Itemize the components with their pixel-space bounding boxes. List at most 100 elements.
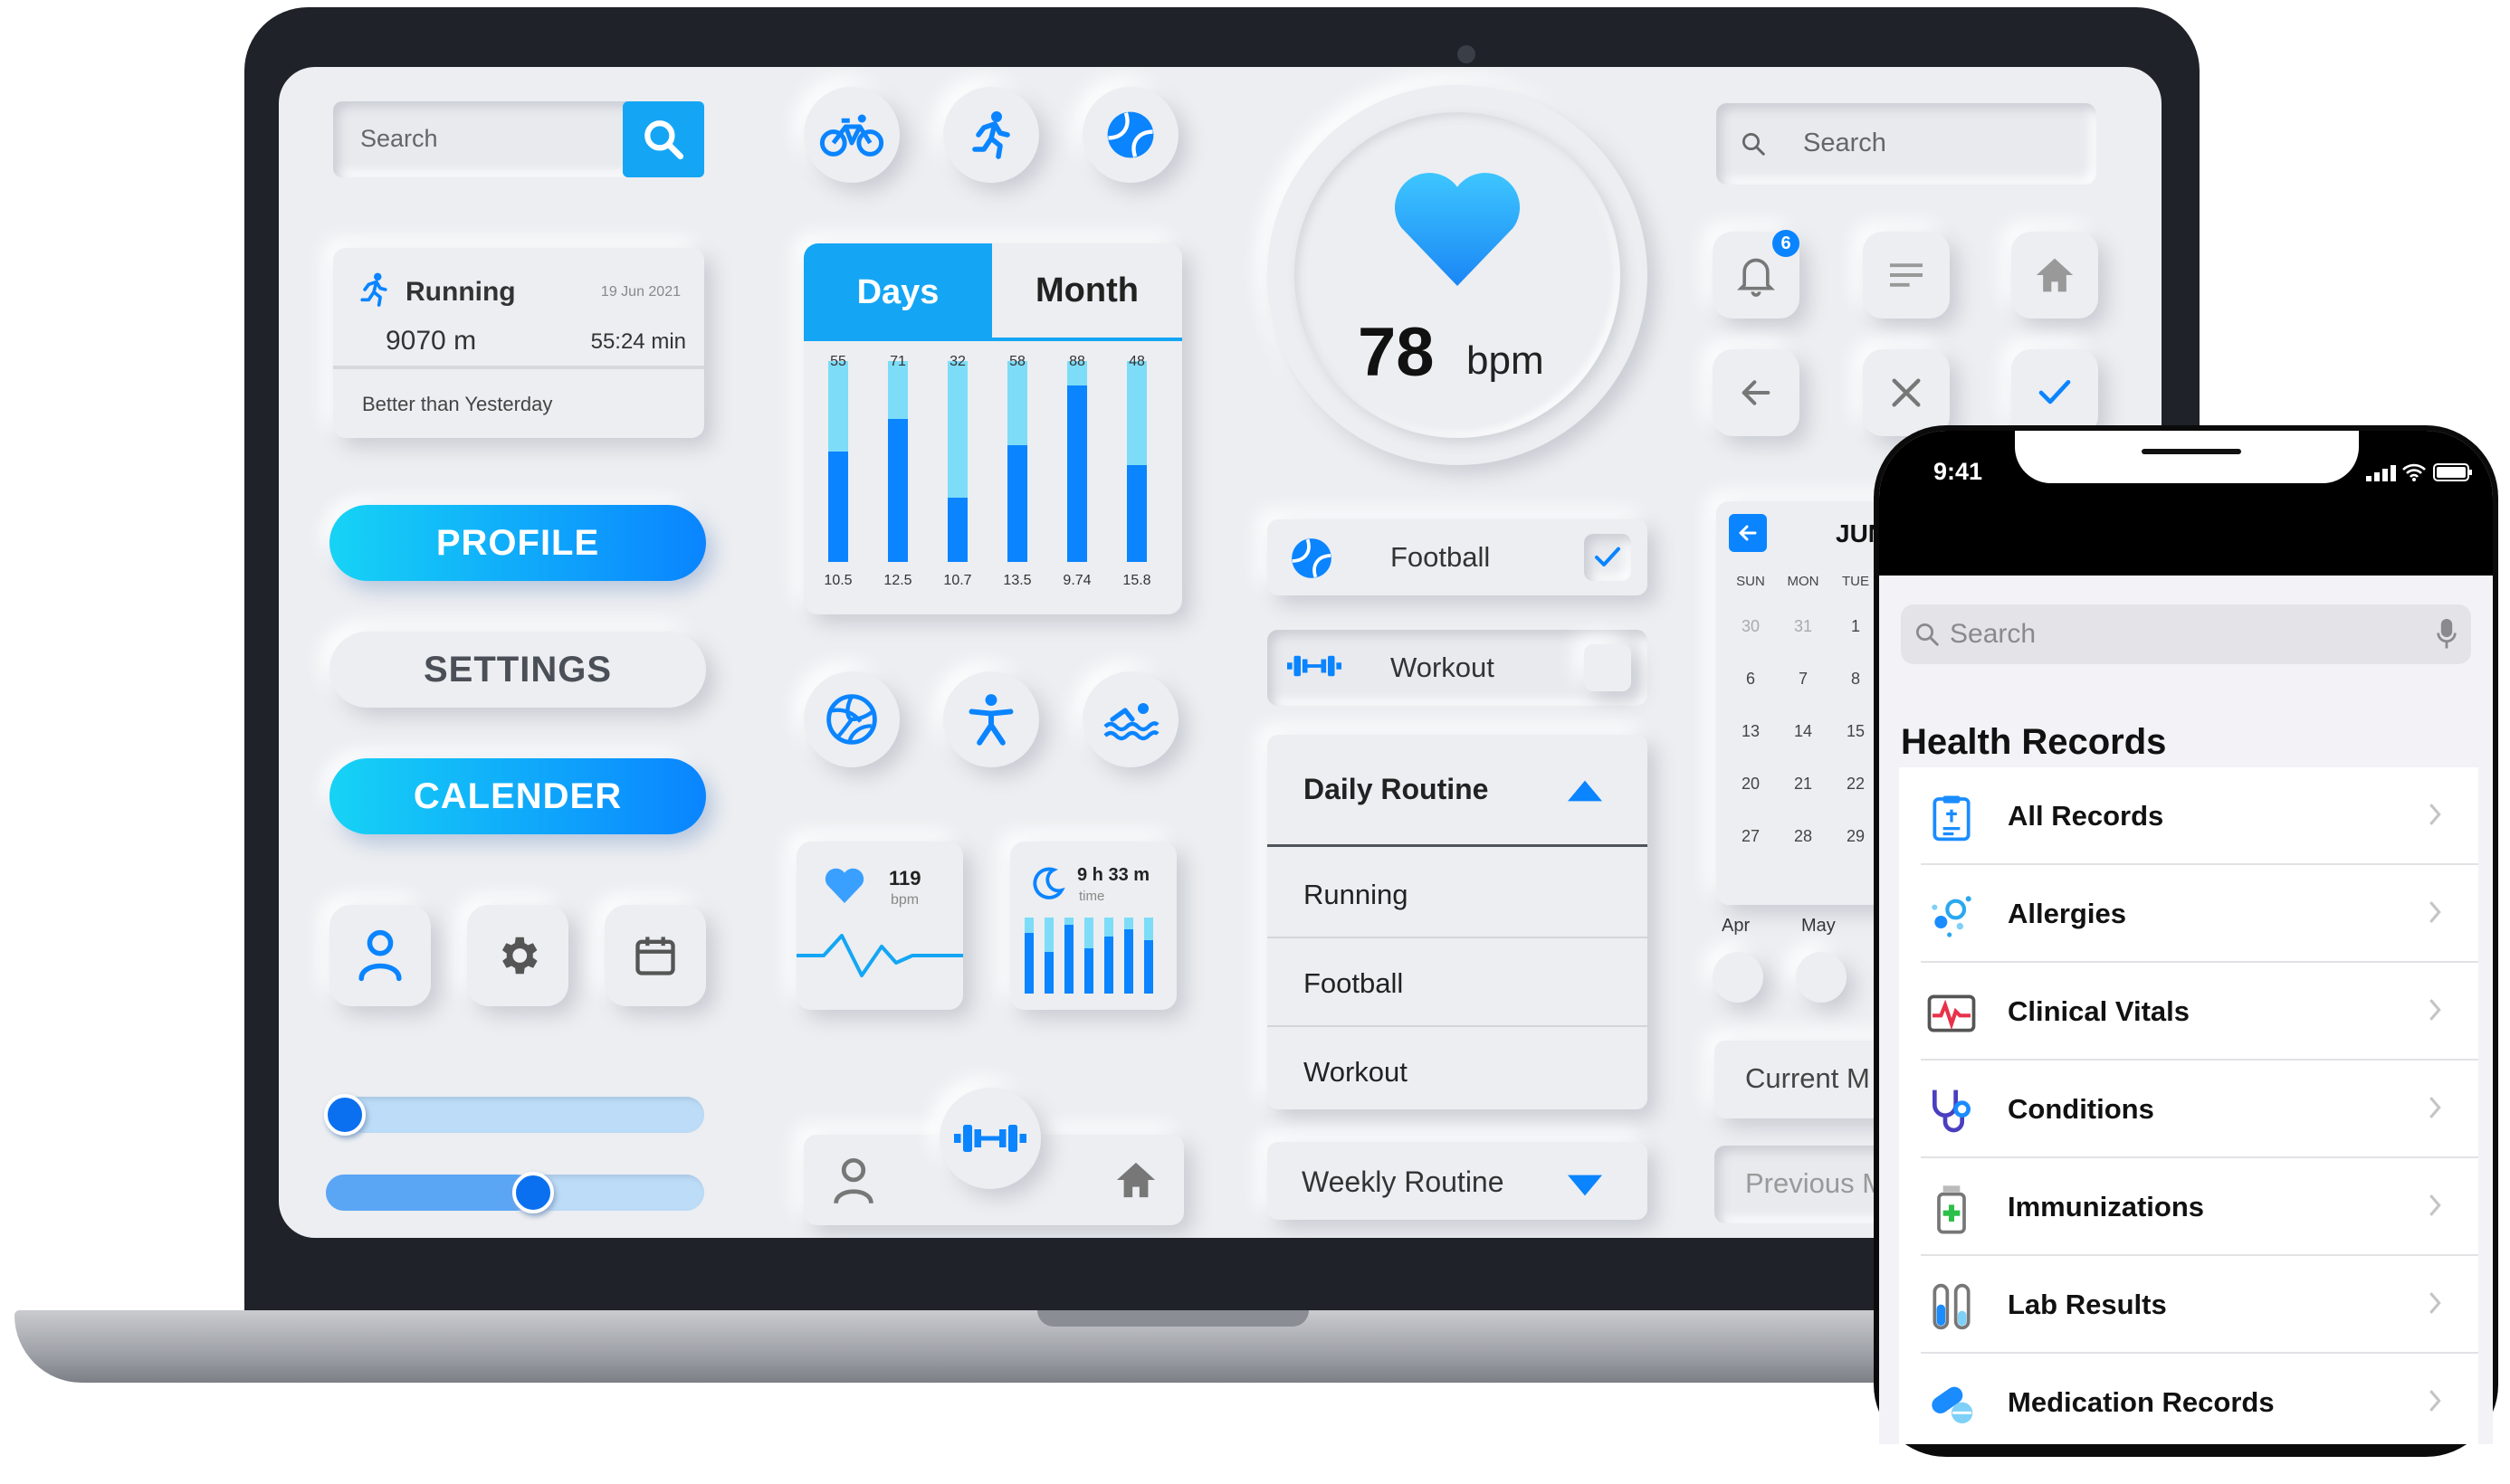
notification-badge: 6: [1772, 230, 1799, 257]
daily-routine-dropdown[interactable]: Daily Routine Running Football Workout: [1267, 735, 1647, 1109]
search-field[interactable]: Search: [333, 101, 704, 177]
microphone-icon[interactable]: [2437, 619, 2457, 650]
record-row-lab-results[interactable]: Lab Results: [1899, 1256, 2478, 1354]
check-icon: [2038, 380, 2071, 404]
pills-icon: [1932, 1386, 1973, 1423]
swimming-button[interactable]: [1083, 671, 1179, 767]
profile-button[interactable]: PROFILE: [329, 505, 706, 581]
routine-item-label: Workout: [1303, 1056, 1408, 1088]
calendar-day[interactable]: 7: [1776, 670, 1830, 689]
notifications-button[interactable]: 6: [1713, 230, 1799, 319]
bicycle-button[interactable]: [804, 87, 900, 183]
health-records-list: All Records Allergies Clinical Vitals Co…: [1899, 767, 2478, 1444]
user-icon[interactable]: [829, 1156, 878, 1207]
tennis-button[interactable]: [1083, 87, 1179, 183]
search-button[interactable]: [623, 101, 704, 177]
allergen-icon: [1932, 896, 1971, 937]
search-field-2[interactable]: Search: [1716, 103, 2096, 185]
phone-search-field[interactable]: Search: [1901, 604, 2471, 664]
heart-icon: [1394, 173, 1521, 286]
calendar-day[interactable]: 31: [1776, 617, 1830, 636]
bar-category-label: 15.8: [1122, 573, 1151, 588]
calendar-day[interactable]: 14: [1776, 722, 1830, 741]
dumbbell-icon: [1287, 655, 1341, 677]
record-row-allergies[interactable]: Allergies: [1899, 865, 2478, 963]
chevron-right-icon: [2429, 1097, 2441, 1118]
confirm-button[interactable]: [2011, 349, 2098, 436]
sleep-widget[interactable]: 9 h 33 m time: [1010, 842, 1177, 1010]
slider-1[interactable]: [324, 1094, 704, 1136]
daily-routine-title: Daily Routine: [1303, 773, 1489, 805]
radio-may[interactable]: [1796, 952, 1847, 1003]
home-button[interactable]: [2011, 232, 2098, 319]
profile-icon-button[interactable]: [329, 905, 431, 1006]
football-checkbox[interactable]: [1584, 534, 1631, 581]
calendar-day[interactable]: 6: [1723, 670, 1778, 689]
test-tubes-icon: [1933, 1283, 1971, 1330]
sleep-widget-unit: time: [1079, 889, 1105, 904]
calendar-day[interactable]: 28: [1776, 827, 1830, 846]
fitness-person-icon: [969, 694, 1014, 746]
chevron-right-icon: [2429, 1390, 2441, 1412]
slider-2[interactable]: [326, 1172, 704, 1213]
record-label: Immunizations: [2008, 1191, 2205, 1222]
routine-item[interactable]: Workout: [1267, 1027, 1647, 1109]
record-row-immunizations[interactable]: Immunizations: [1899, 1158, 2478, 1256]
fitness-button[interactable]: [943, 671, 1039, 767]
tab-days[interactable]: Days: [804, 243, 992, 341]
calendar-day[interactable]: 21: [1776, 775, 1830, 794]
menu-button[interactable]: [1863, 232, 1950, 319]
settings-icon-button[interactable]: [467, 905, 568, 1006]
routine-item[interactable]: Football: [1267, 938, 1647, 1027]
close-button[interactable]: [1863, 349, 1950, 436]
search-icon: [1916, 623, 1939, 646]
record-row-clinical-vitals[interactable]: Clinical Vitals: [1899, 963, 2478, 1061]
bar-category-label: 13.5: [1003, 573, 1032, 588]
running-card[interactable]: Running 19 Jun 2021 9070 m 55:24 min Bet…: [333, 248, 704, 438]
phone-notch: [2015, 431, 2359, 483]
speaker-grille: [2142, 449, 2241, 454]
football-row[interactable]: Football: [1267, 519, 1647, 595]
activity-distance: 9070 m: [386, 326, 477, 356]
calendar-icon-button[interactable]: [605, 905, 706, 1006]
slider-2-knob[interactable]: [512, 1172, 554, 1213]
heart-rate-widget[interactable]: 119 bpm: [797, 842, 963, 1010]
daily-routine-header[interactable]: Daily Routine: [1267, 735, 1647, 847]
calendar-day[interactable]: 13: [1723, 722, 1778, 741]
running-button[interactable]: [943, 87, 1039, 183]
status-time: 9:41: [1933, 458, 1983, 485]
calender-button[interactable]: CALENDER: [329, 758, 706, 834]
heart-icon: [825, 868, 864, 903]
calendar-day[interactable]: 20: [1723, 775, 1778, 794]
home-icon[interactable]: [1115, 1160, 1157, 1200]
volleyball-button[interactable]: [804, 671, 900, 767]
record-row-medication-records[interactable]: Medication Records: [1899, 1354, 2478, 1444]
calendar-prev-button[interactable]: [1729, 514, 1767, 552]
calendar-day[interactable]: 27: [1723, 827, 1778, 846]
settings-button[interactable]: SETTINGS: [329, 632, 706, 708]
dumbbell-icon: [954, 1125, 1026, 1152]
activity-date: 19 Jun 2021: [600, 284, 681, 300]
calendar-day[interactable]: 30: [1723, 617, 1778, 636]
running-icon: [360, 272, 387, 307]
weekly-routine-dropdown[interactable]: Weekly Routine: [1267, 1142, 1647, 1220]
workout-row[interactable]: Workout: [1267, 630, 1647, 706]
sleep-bar: [1104, 937, 1113, 994]
tab-month[interactable]: Month: [992, 243, 1182, 338]
volleyball-icon: [826, 694, 877, 745]
heart-rate-unit: bpm: [1466, 338, 1544, 383]
back-button[interactable]: [1713, 349, 1799, 436]
check-icon: [1595, 547, 1620, 566]
slider-1-knob[interactable]: [324, 1094, 366, 1136]
signal-icon: [2366, 465, 2396, 481]
workout-checkbox[interactable]: [1584, 644, 1631, 691]
radio-apr[interactable]: [1713, 952, 1763, 1003]
record-row-conditions[interactable]: Conditions: [1899, 1061, 2478, 1158]
heart-widget-value: 119: [889, 867, 921, 889]
record-row-all-records[interactable]: All Records: [1899, 767, 2478, 865]
workout-fab[interactable]: [940, 1088, 1041, 1189]
routine-item[interactable]: Running: [1267, 850, 1647, 938]
phone-page-title: Health Records: [1901, 722, 2167, 762]
status-bar: 9:41: [1879, 431, 2493, 576]
bar-value-label: 55: [830, 354, 846, 369]
